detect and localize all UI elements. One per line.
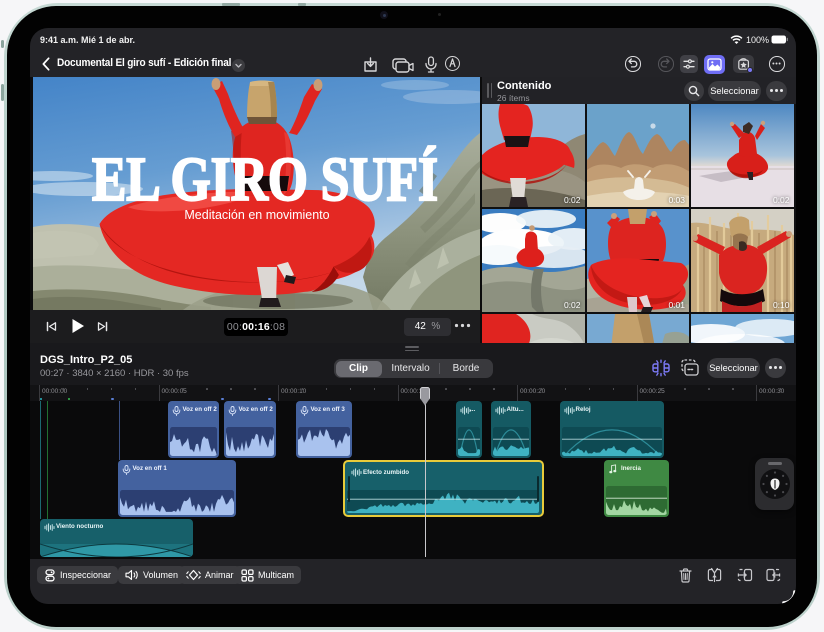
svg-text:Meditación en movimiento: Meditación en movimiento <box>184 208 329 222</box>
svg-text:EL GIRO SUFÍ: EL GIRO SUFÍ <box>92 146 438 215</box>
